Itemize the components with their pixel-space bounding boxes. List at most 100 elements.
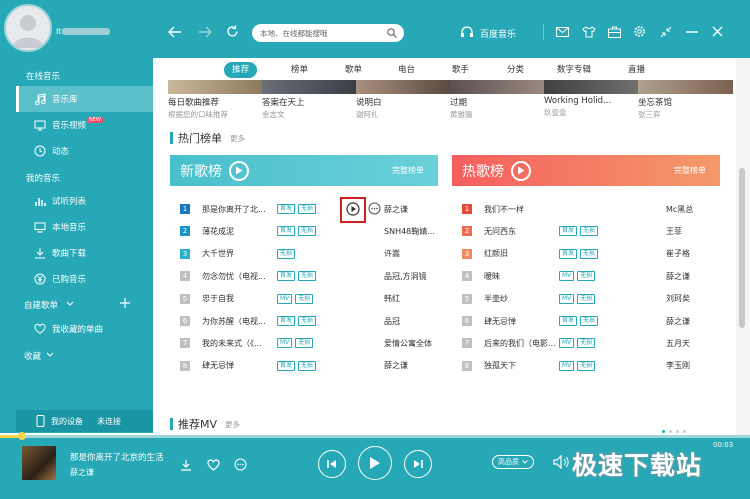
forward-arrow-icon[interactable]	[198, 26, 212, 38]
artist-name[interactable]: Mc黑总	[666, 204, 722, 215]
tab-rankings[interactable]: 榜单	[291, 62, 308, 78]
song-title[interactable]: 肆无忌惮	[484, 316, 556, 327]
card-album[interactable]: Working Holid... 玖壹壹	[544, 80, 639, 118]
song-title[interactable]: 勿念勿忧（电视...	[202, 271, 274, 282]
card-image[interactable]	[450, 80, 545, 94]
full-chart-link[interactable]: 完整榜单	[392, 165, 424, 176]
hot-chart-header[interactable]: 热歌榜 完整榜单	[452, 155, 720, 186]
table-row[interactable]: 6 肆无忌惮 首发 无损 薛之谦	[452, 310, 720, 332]
progress-bar[interactable]	[0, 435, 750, 438]
table-row[interactable]: 8 独孤天下 MV 无损 李玉刚	[452, 355, 720, 377]
play-chart-button[interactable]	[511, 160, 531, 181]
table-row[interactable]: 1 我们不一样 Mc黑总	[452, 198, 720, 220]
song-title[interactable]: 独孤天下	[484, 360, 556, 371]
table-row[interactable]: 2 无问西东 首发 无损 王菲	[452, 220, 720, 242]
table-row[interactable]: 7 后来的我们（电影... MV 无损 五月天	[452, 332, 720, 354]
artist-name[interactable]: 韩红	[384, 293, 440, 304]
card-album[interactable]: 说明白 谢阿扎	[356, 80, 451, 120]
back-arrow-icon[interactable]	[168, 26, 182, 38]
progress-knob[interactable]	[18, 432, 26, 440]
artist-name[interactable]: 品冠	[384, 316, 440, 327]
artist-name[interactable]: 薛之谦	[666, 271, 722, 282]
sidebar-item-purchased[interactable]: 已购音乐	[16, 266, 153, 292]
table-row[interactable]: 3 大千世界 无损 许嵩	[170, 243, 438, 265]
table-row[interactable]: 2 薄花成泥 首发 无损 SNH48鞠婧...	[170, 220, 438, 242]
card-subtitle[interactable]: 金志文	[262, 109, 357, 120]
artist-name[interactable]: 刘珂矣	[666, 293, 722, 304]
song-title[interactable]: 肆无忌惮	[202, 360, 274, 371]
card-title[interactable]: 答案在天上	[262, 96, 357, 108]
sidebar-item-music-library[interactable]: 音乐库	[16, 86, 153, 112]
mini-mode-icon[interactable]	[660, 26, 672, 38]
search-input[interactable]: 本地、在线都能搜哦	[252, 24, 404, 42]
song-title[interactable]: 我的未来式（《...	[202, 338, 274, 349]
brand-name[interactable]: 百度音乐	[480, 27, 516, 40]
scrollbar-thumb[interactable]	[739, 168, 745, 328]
sidebar-item-music-video[interactable]: 音乐视频 NEW	[16, 112, 153, 138]
song-tag[interactable]: MV	[559, 338, 575, 349]
sidebar-item-dynamic[interactable]: 动态	[16, 138, 153, 164]
full-chart-link[interactable]: 完整榜单	[674, 165, 706, 176]
toolbox-icon[interactable]	[608, 26, 621, 38]
tshirt-icon[interactable]	[582, 26, 596, 38]
more-link[interactable]: 更多	[230, 133, 245, 144]
table-row[interactable]: 4 暧昧 MV 无损 薛之谦	[452, 265, 720, 287]
volume-icon[interactable]	[553, 455, 569, 469]
card-title[interactable]: 每日歌曲推荐	[168, 96, 263, 108]
section-collect[interactable]: 收藏	[24, 350, 41, 362]
download-icon[interactable]	[180, 459, 192, 471]
table-row[interactable]: 1 那是你离开了北... 首发 无损 薛之谦	[170, 198, 438, 220]
artist-name[interactable]: 品冠,方洞镜	[384, 271, 440, 282]
play-chart-button[interactable]	[229, 160, 249, 181]
user-name[interactable]: It	[56, 27, 62, 36]
table-row[interactable]: 6 为你苏醒（电视... 首发 无损 品冠	[170, 310, 438, 332]
minimize-icon[interactable]	[686, 31, 698, 33]
card-subtitle[interactable]: 张三弈	[638, 109, 733, 120]
card-subtitle[interactable]: 谢阿扎	[356, 109, 451, 120]
tab-categories[interactable]: 分类	[507, 62, 524, 78]
card-daily-recommend[interactable]: 每日歌曲推荐 根据您的口味推荐	[168, 80, 263, 120]
song-title[interactable]: 无问西东	[484, 226, 556, 237]
close-icon[interactable]	[712, 26, 723, 37]
song-title[interactable]: 大千世界	[202, 248, 274, 259]
table-row[interactable]: 7 我的未来式（《... MV 无损 爱情公寓全体	[170, 332, 438, 354]
card-image[interactable]	[356, 80, 451, 94]
card-image[interactable]	[544, 80, 639, 94]
album-cover[interactable]	[22, 446, 56, 480]
song-tag[interactable]: MV	[559, 360, 575, 371]
card-image[interactable]	[262, 80, 357, 94]
card-title[interactable]: Working Holid...	[544, 96, 639, 106]
card-album[interactable]: 坐忘茶馆 张三弈	[638, 80, 733, 120]
card-album[interactable]: 答案在天上 金志文	[262, 80, 357, 120]
tab-live[interactable]: 直播	[628, 62, 645, 78]
card-album[interactable]: 过期 黄雅骊	[450, 80, 545, 120]
artist-name[interactable]: 许嵩	[384, 248, 440, 259]
tab-singers[interactable]: 歌手	[452, 62, 469, 78]
sidebar-item-song-download[interactable]: 歌曲下载	[16, 240, 153, 266]
song-tag[interactable]: MV	[277, 293, 293, 304]
artist-name[interactable]: 爱情公寓全体	[384, 338, 440, 349]
artist-name[interactable]: 王菲	[666, 226, 722, 237]
device-bar[interactable]: 我的设备 未连接	[16, 410, 153, 432]
tab-playlists[interactable]: 歌单	[345, 62, 362, 78]
heart-icon[interactable]	[207, 459, 220, 471]
sidebar-item-local-music[interactable]: 本地音乐	[16, 214, 153, 240]
more-link[interactable]: 更多	[225, 419, 240, 430]
table-row[interactable]: 5 忠于自我 MV 无损 韩红	[170, 288, 438, 310]
song-title[interactable]: 后来的我们（电影...	[484, 338, 556, 349]
tab-radio[interactable]: 电台	[398, 62, 415, 78]
sidebar-item-favorites[interactable]: 我收藏的单曲	[16, 316, 153, 342]
table-row[interactable]: 3 红颜旧 首发 无损 崔子格	[452, 243, 720, 265]
song-title[interactable]: 忠于自我	[202, 293, 274, 304]
chevron-down-icon[interactable]	[46, 352, 54, 358]
more-options-icon[interactable]	[368, 202, 381, 215]
song-title[interactable]: 半壶纱	[484, 293, 556, 304]
song-tag[interactable]: MV	[559, 293, 575, 304]
artist-name[interactable]: 薛之谦	[384, 360, 440, 371]
card-subtitle[interactable]: 黄雅骊	[450, 109, 545, 120]
table-row[interactable]: 5 半壶纱 MV 无损 刘珂矣	[452, 288, 720, 310]
song-title[interactable]: 红颜旧	[484, 248, 556, 259]
card-title[interactable]: 说明白	[356, 96, 451, 108]
previous-button[interactable]	[318, 450, 346, 478]
user-avatar[interactable]	[4, 4, 52, 52]
